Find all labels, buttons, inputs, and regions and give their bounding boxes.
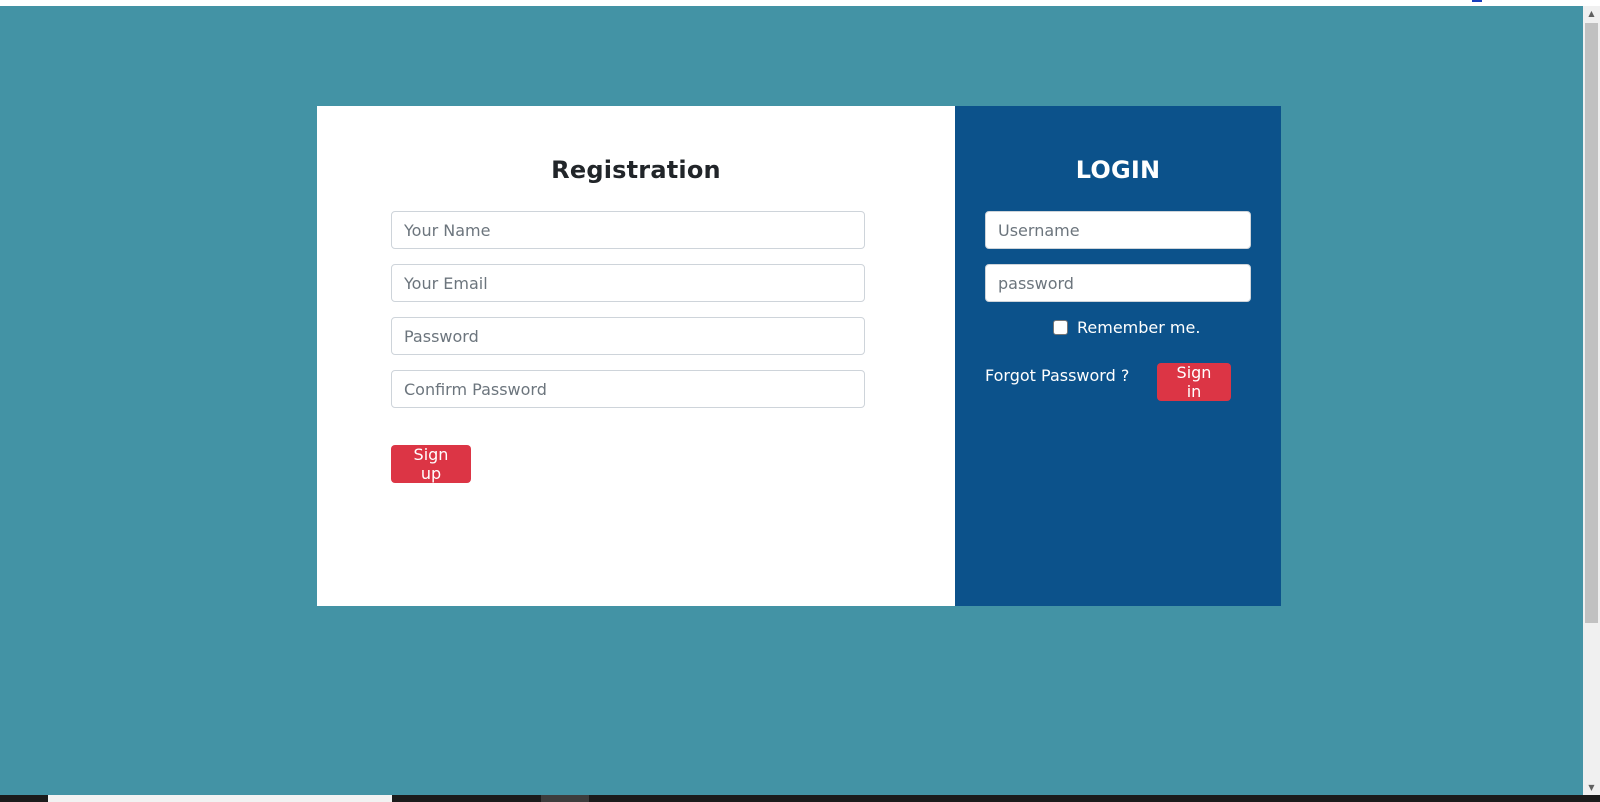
taskbar-active-app[interactable] — [541, 795, 589, 802]
scrollbar-thumb[interactable] — [1585, 23, 1598, 623]
scroll-up-icon[interactable]: ▲ — [1583, 6, 1600, 21]
auth-card: Registration Sign up LOGIN Remember me. … — [317, 106, 1281, 606]
remember-me-row: Remember me. — [1053, 318, 1200, 337]
login-password-input[interactable] — [985, 264, 1251, 302]
registration-title: Registration — [551, 156, 721, 184]
login-title: LOGIN — [1075, 156, 1161, 184]
username-input[interactable] — [985, 211, 1251, 249]
browser-indicator — [1472, 0, 1482, 2]
scroll-down-icon[interactable]: ▼ — [1583, 780, 1600, 795]
name-input[interactable] — [391, 211, 865, 249]
password-input[interactable] — [391, 317, 865, 355]
vertical-scrollbar[interactable]: ▲ ▼ — [1583, 6, 1600, 795]
registration-panel: Registration Sign up — [317, 106, 955, 606]
login-panel: LOGIN Remember me. Forgot Password ? Sig… — [955, 106, 1281, 606]
remember-me-label: Remember me. — [1077, 318, 1201, 337]
taskbar — [0, 795, 1600, 802]
remember-me-checkbox[interactable] — [1053, 320, 1068, 335]
email-input[interactable] — [391, 264, 865, 302]
sign-up-button[interactable]: Sign up — [391, 445, 471, 483]
confirm-password-input[interactable] — [391, 370, 865, 408]
forgot-password-link[interactable]: Forgot Password ? — [985, 366, 1129, 385]
taskbar-search-box[interactable] — [48, 795, 392, 802]
sign-in-button[interactable]: Sign in — [1157, 363, 1231, 401]
